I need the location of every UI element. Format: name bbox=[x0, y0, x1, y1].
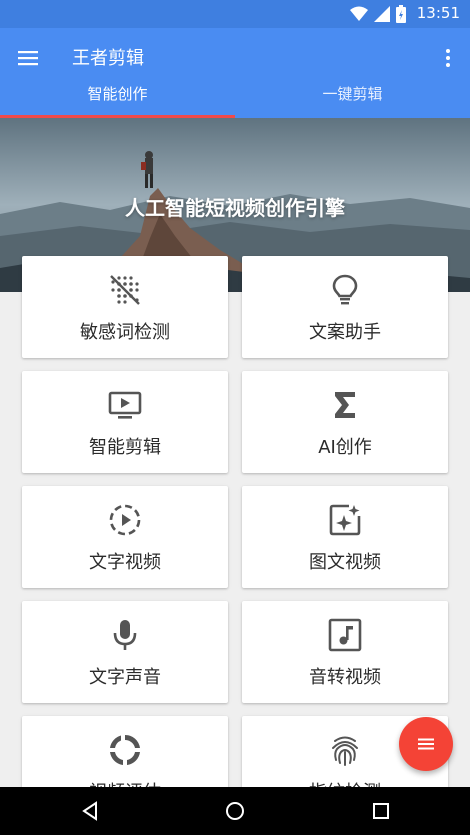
feature-card-copywriting[interactable]: 文案助手 bbox=[242, 256, 448, 358]
feature-label: 文字视频 bbox=[89, 552, 161, 573]
fingerprint-icon bbox=[332, 736, 358, 766]
battery-icon bbox=[396, 5, 406, 23]
lightbulb-icon bbox=[332, 274, 358, 305]
recents-icon[interactable] bbox=[369, 799, 393, 823]
app-bar: 王者剪辑 bbox=[0, 28, 470, 88]
system-nav-bar bbox=[0, 787, 470, 835]
feature-label: 音转视频 bbox=[309, 667, 381, 688]
sparkle-off-icon bbox=[110, 275, 140, 305]
signal-icon bbox=[374, 6, 390, 22]
feature-card-image-text-video[interactable]: 图文视频 bbox=[242, 486, 448, 588]
back-icon[interactable] bbox=[78, 799, 102, 823]
feature-label: 图文视频 bbox=[309, 552, 381, 573]
menu-lines-icon bbox=[418, 738, 434, 750]
feature-card-smart-edit[interactable]: 智能剪辑 bbox=[22, 371, 228, 473]
app-title: 王者剪辑 bbox=[72, 48, 144, 69]
loading-circle-icon bbox=[110, 734, 140, 765]
status-icons bbox=[350, 5, 406, 23]
music-note-icon bbox=[328, 618, 362, 652]
status-time: 13:51 bbox=[416, 4, 460, 22]
sigma-icon bbox=[335, 392, 355, 418]
status-bar: 13:51 bbox=[0, 0, 470, 28]
feature-label: 敏感词检测 bbox=[80, 322, 170, 343]
feature-card-text-to-speech[interactable]: 文字声音 bbox=[22, 601, 228, 703]
hero-title: 人工智能短视频创作引擎 bbox=[125, 196, 345, 220]
feature-label: AI创作 bbox=[318, 437, 372, 458]
dashed-play-icon bbox=[109, 504, 141, 536]
feature-label: 文字声音 bbox=[89, 667, 161, 688]
tab-bar: 智能创作 一键剪辑 bbox=[0, 87, 470, 118]
tab-one-click-edit[interactable]: 一键剪辑 bbox=[235, 87, 470, 118]
feature-card-ai-create[interactable]: AI创作 bbox=[242, 371, 448, 473]
tv-play-icon bbox=[108, 391, 142, 419]
feature-label: 智能剪辑 bbox=[89, 437, 161, 458]
more-vert-icon[interactable] bbox=[436, 46, 460, 70]
feature-card-text-video[interactable]: 文字视频 bbox=[22, 486, 228, 588]
microphone-icon bbox=[113, 620, 137, 650]
wifi-icon bbox=[350, 6, 368, 21]
feature-card-audio-to-video[interactable]: 音转视频 bbox=[242, 601, 448, 703]
sparkle-image-icon bbox=[329, 504, 361, 536]
feature-card-sensitive-words[interactable]: 敏感词检测 bbox=[22, 256, 228, 358]
fab-menu-button[interactable] bbox=[399, 717, 453, 771]
menu-icon[interactable] bbox=[16, 46, 40, 70]
tab-smart-create[interactable]: 智能创作 bbox=[0, 87, 235, 118]
feature-label: 文案助手 bbox=[309, 322, 381, 343]
home-icon[interactable] bbox=[223, 799, 247, 823]
